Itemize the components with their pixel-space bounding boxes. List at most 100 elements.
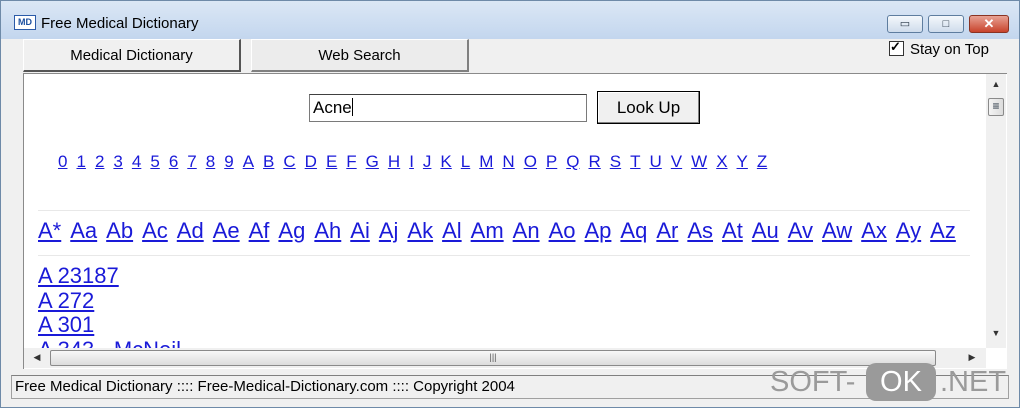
alpha-link[interactable]: 4 <box>132 152 141 171</box>
alpha-link[interactable]: M <box>479 152 493 171</box>
scroll-left-arrow-icon[interactable]: ◀ <box>27 352 47 363</box>
stay-on-top-checkbox[interactable]: Stay on Top <box>889 39 989 58</box>
checkbox-checked-icon[interactable] <box>889 39 904 56</box>
alpha-link[interactable]: Z <box>757 152 767 171</box>
subindex-link[interactable]: Al <box>442 218 462 243</box>
subindex-link[interactable]: Ap <box>584 218 611 243</box>
alpha-link[interactable]: T <box>630 152 640 171</box>
minimize-icon: ▭ <box>899 18 911 30</box>
alpha-link[interactable]: Y <box>737 152 748 171</box>
result-link[interactable]: A 272 <box>38 288 181 314</box>
alpha-link[interactable]: R <box>589 152 601 171</box>
alpha-link[interactable]: V <box>671 152 682 171</box>
alpha-link[interactable]: J <box>423 152 432 171</box>
alpha-link[interactable]: 8 <box>206 152 215 171</box>
watermark-text-left: SOFT- <box>770 366 856 398</box>
subindex-link[interactable]: Ae <box>213 218 240 243</box>
dictionary-content-pane: Acne Look Up 0123456789ABCDEFGHIJKLMNOPQ… <box>23 73 1007 369</box>
alpha-link[interactable]: C <box>283 152 295 171</box>
subindex-link[interactable]: Aq <box>620 218 647 243</box>
result-link[interactable]: A 301 <box>38 312 181 338</box>
text-caret <box>351 98 353 116</box>
search-input-value: Acne <box>313 98 352 117</box>
watermark-text-middle: OK <box>866 363 936 401</box>
alpha-link[interactable]: B <box>263 152 274 171</box>
close-icon: ✕ <box>983 16 995 31</box>
subindex-link[interactable]: An <box>513 218 540 243</box>
alpha-link[interactable]: O <box>524 152 537 171</box>
alpha-link[interactable]: 1 <box>76 152 85 171</box>
subindex-link[interactable]: Ab <box>106 218 133 243</box>
search-input[interactable]: Acne <box>309 94 587 122</box>
subindex-link[interactable]: Ah <box>314 218 341 243</box>
divider <box>38 210 970 211</box>
subindex-link[interactable]: Ag <box>278 218 305 243</box>
alpha-link[interactable]: 5 <box>150 152 159 171</box>
subindex-link[interactable]: Ao <box>549 218 576 243</box>
watermark-text-right: .NET <box>940 366 1007 398</box>
alpha-link[interactable]: 7 <box>187 152 196 171</box>
alpha-link[interactable]: 0 <box>58 152 67 171</box>
letter-subindex-nav: A* Aa Ab Ac Ad Ae Af Ag Ah Ai Aj Ak Al Am An Ao Ap Aq Ar As… <box>38 218 965 244</box>
alpha-link[interactable]: H <box>388 152 400 171</box>
alpha-link[interactable]: G <box>366 152 379 171</box>
subindex-link[interactable]: A* <box>38 218 61 243</box>
app-logo-icon: MD <box>14 15 36 30</box>
alpha-link[interactable]: E <box>326 152 337 171</box>
minimize-button[interactable]: ▭ <box>887 15 923 33</box>
maximize-button[interactable]: □ <box>928 15 964 33</box>
maximize-icon: □ <box>942 18 950 30</box>
window-title: Free Medical Dictionary <box>41 15 199 32</box>
subindex-link[interactable]: Aj <box>379 218 399 243</box>
scroll-down-arrow-icon[interactable]: ▼ <box>986 328 1006 338</box>
subindex-link[interactable]: Ax <box>861 218 887 243</box>
alpha-link[interactable]: 9 <box>224 152 233 171</box>
alpha-link[interactable]: U <box>650 152 662 171</box>
tab-web-search[interactable]: Web Search <box>251 39 469 72</box>
subindex-link[interactable]: Au <box>752 218 779 243</box>
subindex-link[interactable]: Ai <box>350 218 370 243</box>
subindex-link[interactable]: Aa <box>70 218 97 243</box>
tab-medical-dictionary[interactable]: Medical Dictionary <box>23 39 241 72</box>
alpha-link[interactable]: S <box>610 152 621 171</box>
alpha-link[interactable]: L <box>461 152 470 171</box>
alpha-link[interactable]: N <box>502 152 514 171</box>
vertical-scrollbar[interactable]: ▲ ≡ ▼ <box>986 74 1006 348</box>
alphabet-nav: 0123456789ABCDEFGHIJKLMNOPQRSTUVWXYZ <box>58 152 776 172</box>
watermark-logo: SOFT- OK .NET <box>770 360 1014 402</box>
stay-on-top-label: Stay on Top <box>910 41 989 58</box>
subindex-link[interactable]: Aw <box>822 218 852 243</box>
subindex-link[interactable]: Ac <box>142 218 168 243</box>
alpha-link[interactable]: I <box>409 152 414 171</box>
subindex-link[interactable]: Af <box>249 218 270 243</box>
subindex-link[interactable]: At <box>722 218 743 243</box>
alpha-link[interactable]: D <box>305 152 317 171</box>
subindex-link[interactable]: Ad <box>177 218 204 243</box>
alpha-link[interactable]: 2 <box>95 152 104 171</box>
scroll-up-arrow-icon[interactable]: ▲ <box>986 79 1006 89</box>
vertical-scroll-thumb[interactable]: ≡ <box>988 98 1004 116</box>
subindex-link[interactable]: Ar <box>656 218 678 243</box>
close-button[interactable]: ✕ <box>969 15 1009 33</box>
subindex-link[interactable]: Az <box>930 218 956 243</box>
subindex-link[interactable]: Av <box>788 218 813 243</box>
alpha-link[interactable]: K <box>440 152 451 171</box>
look-up-button[interactable]: Look Up <box>597 91 700 124</box>
divider <box>38 255 970 256</box>
subindex-link[interactable]: Am <box>471 218 504 243</box>
result-link[interactable]: A 23187 <box>38 263 181 289</box>
alpha-link[interactable]: W <box>691 152 707 171</box>
grip-icon: ≡ <box>992 99 1000 113</box>
subindex-link[interactable]: Ak <box>407 218 433 243</box>
subindex-link[interactable]: As <box>687 218 713 243</box>
alpha-link[interactable]: 3 <box>113 152 122 171</box>
alpha-link[interactable]: 6 <box>169 152 178 171</box>
app-window: MD Free Medical Dictionary ▭ □ ✕ Medical… <box>0 0 1020 408</box>
title-bar[interactable]: MD Free Medical Dictionary ▭ □ ✕ <box>1 1 1019 39</box>
alpha-link[interactable]: Q <box>566 152 579 171</box>
alpha-link[interactable]: P <box>546 152 557 171</box>
alpha-link[interactable]: X <box>716 152 727 171</box>
alpha-link[interactable]: F <box>346 152 356 171</box>
subindex-link[interactable]: Ay <box>896 218 921 243</box>
alpha-link[interactable]: A <box>243 152 254 171</box>
